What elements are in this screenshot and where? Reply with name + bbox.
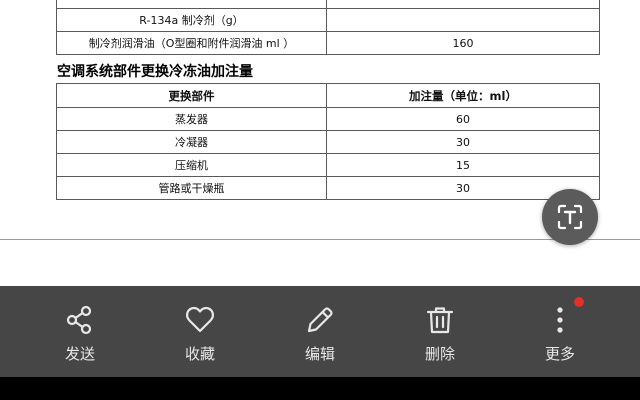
notification-badge	[574, 297, 584, 307]
table-cell: 制冷剂润滑油（O型圈和附件润滑油 ml ）	[56, 31, 327, 55]
share-icon	[66, 305, 92, 335]
table-row: 制冷剂润滑油（O型圈和附件润滑油 ml ） 160	[56, 31, 600, 55]
table-cell: 15	[326, 153, 600, 177]
delete-label: 删除	[424, 345, 455, 363]
table-cell: 蒸发器	[56, 107, 327, 131]
table-header-row: 更换部件 加注量（单位：ml）	[56, 83, 600, 108]
table-cell	[56, 0, 327, 9]
favorite-label: 收藏	[184, 345, 215, 363]
oil-fill-table: 更换部件 加注量（单位：ml） 蒸发器 60 冷凝器 30 压缩机 15 管路或…	[56, 83, 600, 200]
favorite-button[interactable]: 收藏	[155, 286, 245, 377]
table-row: 压缩机 15	[56, 153, 600, 177]
table-row: 蒸发器 60	[56, 107, 600, 131]
refrigerant-spec-table: R-134a 制冷剂（g） 制冷剂润滑油（O型圈和附件润滑油 ml ） 160	[56, 0, 600, 55]
table-row: R-134a 制冷剂（g）	[56, 8, 600, 32]
table-cell: 160	[326, 31, 600, 55]
table-cell: R-134a 制冷剂（g）	[56, 8, 327, 32]
table-cell: 60	[326, 107, 600, 131]
table-row: 管路或干燥瓶 30	[56, 176, 600, 200]
text-scan-icon	[557, 204, 583, 230]
system-navigation-bar	[0, 377, 640, 400]
table-cell: 冷凝器	[56, 130, 327, 154]
table-cell: 管路或干燥瓶	[56, 176, 327, 200]
pencil-icon	[307, 307, 333, 333]
edit-label: 编辑	[304, 345, 335, 363]
table-row	[56, 0, 600, 9]
table-header-cell: 加注量（单位：ml）	[326, 83, 600, 108]
table-cell: 30	[326, 130, 600, 154]
table-header-cell: 更换部件	[56, 83, 327, 108]
action-bar: 发送 收藏 编辑 删除 更多	[0, 286, 640, 377]
trash-icon	[426, 307, 454, 334]
table-cell	[326, 8, 600, 32]
table-row: 冷凝器 30	[56, 130, 600, 154]
more-label: 更多	[544, 345, 575, 363]
more-vertical-icon	[557, 307, 563, 333]
section-title: 空调系统部件更换冷冻油加注量	[57, 64, 253, 80]
table-cell	[326, 0, 600, 9]
document-bottom-border	[0, 239, 640, 240]
more-button[interactable]: 更多	[515, 286, 605, 377]
send-button[interactable]: 发送	[35, 286, 125, 377]
document-viewer[interactable]: R-134a 制冷剂（g） 制冷剂润滑油（O型圈和附件润滑油 ml ） 160 …	[0, 0, 640, 286]
screen: R-134a 制冷剂（g） 制冷剂润滑油（O型圈和附件润滑油 ml ） 160 …	[0, 0, 640, 400]
table-cell: 压缩机	[56, 153, 327, 177]
delete-button[interactable]: 删除	[395, 286, 485, 377]
send-label: 发送	[64, 345, 95, 363]
heart-icon	[185, 306, 215, 333]
edit-button[interactable]: 编辑	[275, 286, 365, 377]
text-recognition-button[interactable]	[542, 189, 598, 245]
